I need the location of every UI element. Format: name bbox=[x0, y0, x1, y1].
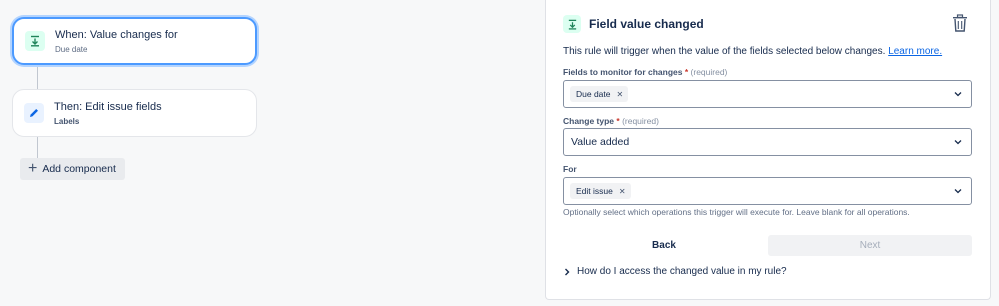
back-button[interactable]: Back bbox=[563, 235, 765, 256]
for-label-text: For bbox=[563, 164, 577, 174]
panel-description: This rule will trigger when the value of… bbox=[563, 46, 942, 57]
panel-header: Field value changed bbox=[563, 15, 704, 33]
expander-label: How do I access the changed value in my … bbox=[577, 266, 787, 277]
for-tag-edit-issue: Edit issue ✕ bbox=[570, 183, 631, 199]
remove-tag-icon[interactable]: ✕ bbox=[619, 187, 626, 196]
chevron-right-icon bbox=[565, 268, 570, 275]
field-tag-due-date: Due date ✕ bbox=[570, 86, 629, 102]
add-component-label: Add component bbox=[42, 163, 116, 175]
connector-line bbox=[37, 136, 38, 158]
trigger-card[interactable]: When: Value changes for Due date bbox=[12, 17, 257, 65]
download-arrow-icon bbox=[25, 31, 45, 51]
required-hint: (required) bbox=[622, 116, 659, 126]
fields-select[interactable]: Due date ✕ bbox=[563, 80, 972, 108]
remove-tag-icon[interactable]: ✕ bbox=[617, 90, 624, 99]
chevron-down-icon bbox=[954, 140, 962, 145]
pencil-icon bbox=[24, 103, 44, 123]
change-type-label-text: Change type bbox=[563, 116, 615, 126]
trigger-config-panel: Field value changed This rule will trigg… bbox=[545, 0, 991, 300]
action-subtitle: Labels bbox=[54, 116, 80, 126]
for-select[interactable]: Edit issue ✕ bbox=[563, 177, 972, 205]
change-type-value: Value added bbox=[571, 136, 630, 148]
change-type-label: Change type * (required) bbox=[563, 116, 659, 126]
connector-line bbox=[37, 66, 38, 90]
fields-label: Fields to monitor for changes * (require… bbox=[563, 67, 727, 77]
change-type-select[interactable]: Value added bbox=[563, 128, 972, 156]
for-helper-text: Optionally select which operations this … bbox=[563, 207, 910, 217]
add-component-button[interactable]: + Add component bbox=[20, 158, 125, 180]
download-arrow-icon bbox=[563, 15, 581, 33]
next-button[interactable]: Next bbox=[768, 235, 972, 256]
trash-icon[interactable] bbox=[952, 14, 968, 32]
trigger-title: When: Value changes for bbox=[55, 28, 178, 41]
required-asterisk: * bbox=[682, 67, 689, 77]
changed-value-help-expander[interactable]: How do I access the changed value in my … bbox=[563, 266, 787, 277]
fields-label-text: Fields to monitor for changes bbox=[563, 67, 683, 77]
tag-label: Due date bbox=[576, 89, 611, 99]
panel-title: Field value changed bbox=[589, 17, 704, 31]
description-text: This rule will trigger when the value of… bbox=[563, 46, 886, 57]
action-card[interactable]: Then: Edit issue fields Labels bbox=[12, 89, 257, 137]
chevron-down-icon bbox=[954, 92, 962, 97]
required-asterisk: * bbox=[614, 116, 620, 126]
required-hint: (required) bbox=[690, 67, 728, 77]
trigger-subtitle: Due date bbox=[55, 44, 88, 54]
action-title: Then: Edit issue fields bbox=[54, 100, 162, 113]
rule-canvas: When: Value changes for Due date Then: E… bbox=[0, 0, 540, 306]
learn-more-link[interactable]: Learn more. bbox=[888, 46, 942, 57]
for-label: For bbox=[563, 164, 577, 174]
tag-label: Edit issue bbox=[576, 186, 613, 196]
chevron-down-icon bbox=[954, 189, 962, 194]
plus-icon: + bbox=[28, 160, 38, 177]
